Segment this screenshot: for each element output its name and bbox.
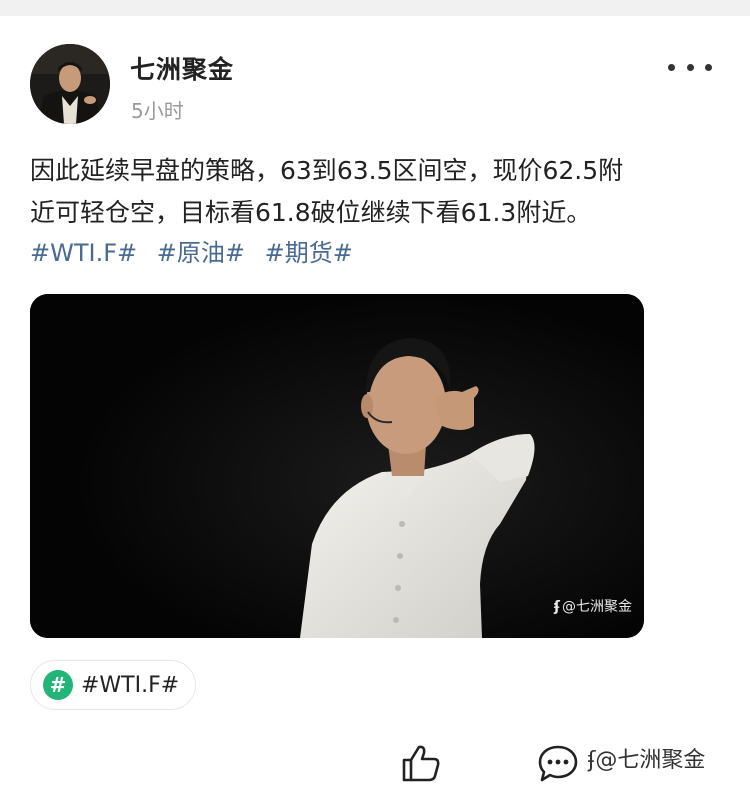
post-image[interactable]: ʄ @七洲聚金: [30, 294, 644, 638]
more-dots-icon: [686, 63, 694, 71]
more-dots-icon: [668, 63, 675, 71]
post-time: 5小时: [131, 99, 184, 123]
footer-watermark: ʄ@七洲聚金: [588, 742, 705, 774]
image-watermark: ʄ @七洲聚金: [554, 596, 632, 616]
comment-icon: [538, 745, 578, 782]
performer-photo: [30, 294, 644, 638]
hashtag-link[interactable]: #期货#: [265, 239, 353, 267]
author-name[interactable]: 七洲聚金: [130, 50, 234, 86]
topic-chip[interactable]: # #WTI.F#: [30, 660, 197, 710]
comment-button[interactable]: [537, 744, 579, 784]
watermark-text: @七洲聚金: [562, 599, 632, 615]
hashtag-link[interactable]: #原油#: [157, 239, 245, 267]
hashtag-row: #WTI.F# #原油# #期货#: [30, 233, 365, 273]
avatar[interactable]: [30, 44, 110, 124]
status-bar-strip: [0, 0, 750, 16]
watermark-text: @七洲聚金: [595, 748, 706, 773]
watermark-logo-icon: ʄ: [553, 599, 560, 615]
post-text-line: 近可轻仓空，目标看61.8破位继续下看61.3附近。: [30, 198, 592, 227]
avatar-image: [30, 44, 110, 124]
hashtag-icon: #: [43, 670, 73, 700]
topic-chip-label: #WTI.F#: [81, 672, 180, 698]
thumbs-up-icon: [402, 745, 440, 782]
post-body: 因此延续早盘的策略，63到63.5区间空，现价62.5附 近可轻仓空，目标看61…: [30, 150, 730, 234]
hashtag-link[interactable]: #WTI.F#: [30, 239, 137, 267]
post-text-line: 因此延续早盘的策略，63到63.5区间空，现价62.5附: [30, 156, 624, 185]
like-button[interactable]: [400, 742, 442, 784]
more-options-button[interactable]: [668, 54, 712, 80]
more-dots-icon: [705, 63, 712, 71]
